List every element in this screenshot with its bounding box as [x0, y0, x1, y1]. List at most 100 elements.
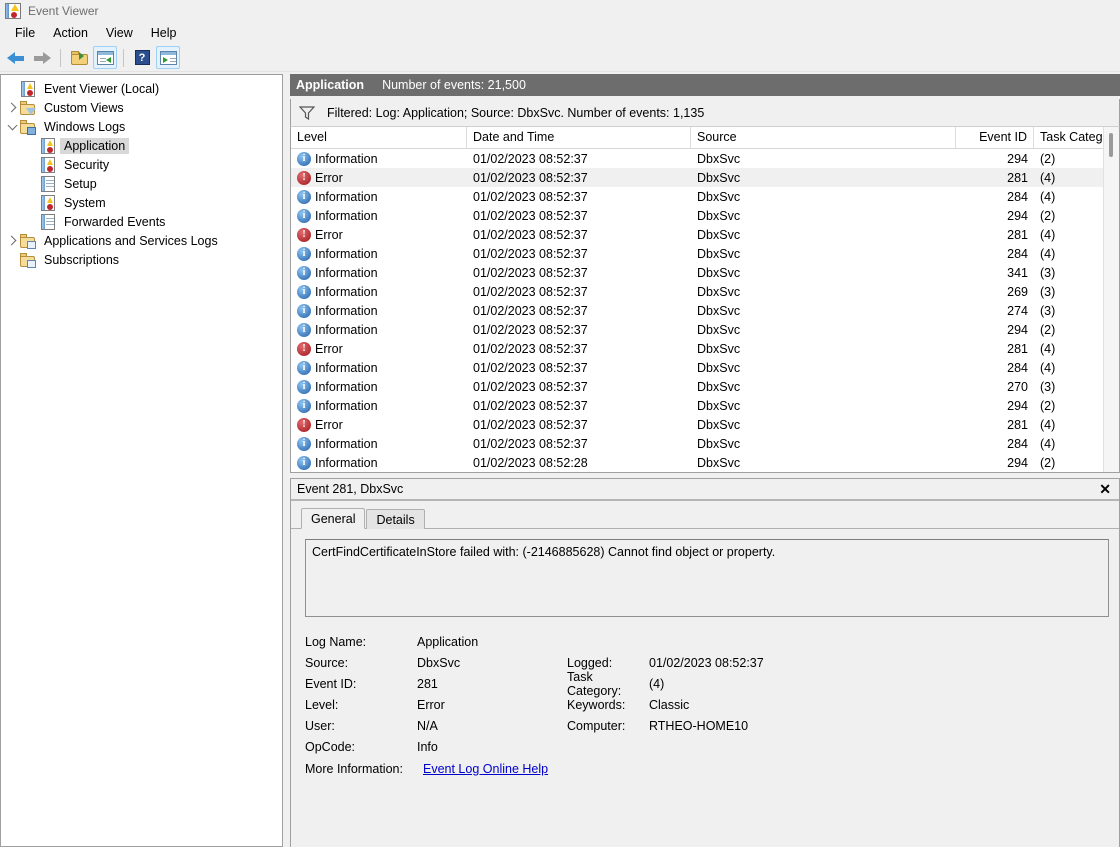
event-message-box[interactable]: CertFindCertificateInStore failed with: … — [305, 539, 1109, 617]
table-row[interactable]: i Information 01/02/2023 08:52:28 DbxSvc 294… — [291, 453, 1119, 472]
menu-item-view[interactable]: View — [97, 24, 142, 42]
cell-source: DbxSvc — [697, 151, 741, 166]
console-tree-sidebar[interactable]: Event Viewer (Local) Custom Views Windows … — [0, 74, 283, 847]
tree-root: Event Viewer (Local) Custom Views Windows … — [1, 75, 282, 269]
windows-logs-folder-icon — [20, 119, 36, 135]
table-row[interactable]: i Information 01/02/2023 08:52:37 DbxSvc 294… — [291, 320, 1119, 339]
up-one-level-button[interactable] — [67, 46, 91, 69]
table-row[interactable]: i Information 01/02/2023 08:52:37 DbxSvc 284… — [291, 358, 1119, 377]
close-icon[interactable]: ✕ — [1099, 482, 1111, 496]
sidebar-item-event-viewer-local[interactable]: Event Viewer (Local) — [1, 79, 282, 98]
detail-field-row: OpCode: Info — [305, 736, 1119, 757]
sidebar-item-windows-logs[interactable]: Windows Logs — [1, 117, 282, 136]
cell-source: DbxSvc — [697, 170, 741, 185]
sidebar-item-setup[interactable]: Setup — [1, 174, 282, 193]
cell-source: DbxSvc — [697, 436, 741, 451]
table-row[interactable]: ! Error 01/02/2023 08:52:37 DbxSvc 281 (4) — [291, 225, 1119, 244]
scrollbar-thumb[interactable] — [1109, 133, 1113, 157]
show-hide-console-tree-button[interactable] — [93, 46, 117, 69]
cell-source: DbxSvc — [697, 189, 741, 204]
table-row[interactable]: i Information 01/02/2023 08:52:37 DbxSvc 274… — [291, 301, 1119, 320]
sidebar-item-forwarded-events[interactable]: Forwarded Events — [1, 212, 282, 231]
tab-general[interactable]: General — [301, 508, 366, 529]
column-header-date-and-time[interactable]: Date and Time — [467, 127, 691, 148]
table-row[interactable]: ! Error 01/02/2023 08:52:37 DbxSvc 281 (4) — [291, 339, 1119, 358]
filter-description: Filtered: Log: Application; Source: DbxS… — [327, 105, 705, 120]
forward-button[interactable] — [30, 46, 54, 69]
cell-event-id: 274 — [1007, 303, 1028, 318]
table-row[interactable]: !Error01/02/2023 08:52:28DbxSvc281(4) — [291, 472, 1119, 473]
cell-level: i Information — [291, 246, 467, 261]
cell-event-id: 269 — [1007, 284, 1028, 299]
cell-source: DbxSvc — [697, 398, 741, 413]
sidebar-item-security[interactable]: Security — [1, 155, 282, 174]
sidebar-item-application[interactable]: Application — [1, 136, 282, 155]
event-log-online-help-link[interactable]: Event Log Online Help — [423, 762, 548, 776]
cell-source: DbxSvc — [697, 208, 741, 223]
events-list-scrollbar[interactable] — [1103, 127, 1119, 472]
detail-title: Event 281, DbxSvc — [297, 482, 404, 496]
cell-level: i Information — [291, 436, 467, 451]
events-list[interactable]: Level Date and Time Source Event ID Task Cat… — [290, 127, 1120, 473]
sidebar-item-applications-and-services-logs[interactable]: Applications and Services Logs — [1, 231, 282, 250]
window-title: Event Viewer — [28, 4, 99, 18]
table-row[interactable]: i Information 01/02/2023 08:52:37 DbxSvc 341… — [291, 263, 1119, 282]
sidebar-item-subscriptions[interactable]: Subscriptions — [1, 250, 282, 269]
table-row[interactable]: ! Error 01/02/2023 08:52:37 DbxSvc 281 (4) — [291, 415, 1119, 434]
column-header-source[interactable]: Source — [691, 127, 956, 148]
chevron-right-icon[interactable] — [5, 98, 20, 117]
cell-event-id: 294 — [1007, 455, 1028, 470]
table-row[interactable]: i Information 01/02/2023 08:52:37 DbxSvc 284… — [291, 434, 1119, 453]
table-row[interactable]: i Information 01/02/2023 08:52:37 DbxSvc 294… — [291, 149, 1119, 168]
back-button[interactable] — [4, 46, 28, 69]
cell-level-text: Information — [315, 151, 378, 166]
error-icon: ! — [297, 417, 311, 432]
title-bar: Event Viewer — [0, 0, 1120, 22]
table-row[interactable]: i Information 01/02/2023 08:52:37 DbxSvc 284… — [291, 244, 1119, 263]
error-icon: ! — [297, 170, 311, 185]
cell-event-id: 294 — [1007, 151, 1028, 166]
cell-level-text: Information — [315, 455, 378, 470]
error-icon: ! — [297, 227, 311, 242]
cell-date-time: 01/02/2023 08:52:37 — [473, 227, 588, 242]
detail-field-label-right: Task Category: — [567, 669, 622, 698]
information-icon: i — [297, 246, 311, 261]
funnel-filter-icon — [299, 105, 315, 120]
table-row[interactable]: i Information 01/02/2023 08:52:37 DbxSvc 294… — [291, 206, 1119, 225]
table-header-row[interactable]: Level Date and Time Source Event ID Task Cat… — [291, 127, 1119, 149]
table-row[interactable]: i Information 01/02/2023 08:52:37 DbxSvc 269… — [291, 282, 1119, 301]
cell-level-text: Information — [315, 208, 378, 223]
menu-item-file[interactable]: File — [6, 24, 44, 42]
table-row[interactable]: ! Error 01/02/2023 08:52:37 DbxSvc 281 (4) — [291, 168, 1119, 187]
cell-event-id: 294 — [1007, 398, 1028, 413]
chevron-down-icon[interactable] — [5, 117, 20, 136]
sidebar-item-custom-views[interactable]: Custom Views — [1, 98, 282, 117]
table-row[interactable]: i Information 01/02/2023 08:52:37 DbxSvc 294… — [291, 396, 1119, 415]
help-button[interactable]: ? — [130, 46, 154, 69]
information-icon: i — [297, 303, 311, 318]
column-header-level[interactable]: Level — [291, 127, 467, 148]
tab-details[interactable]: Details — [366, 509, 425, 529]
sidebar-item-label: Application — [60, 137, 130, 154]
information-icon: i — [297, 322, 311, 337]
table-row[interactable]: i Information 01/02/2023 08:52:37 DbxSvc 284… — [291, 187, 1119, 206]
filter-bar[interactable]: Filtered: Log: Application; Source: DbxS… — [290, 99, 1120, 127]
show-hide-action-pane-button[interactable] — [156, 46, 180, 69]
column-header-event-id[interactable]: Event ID — [956, 127, 1034, 148]
cell-level-text: Information — [315, 303, 378, 318]
table-row[interactable]: i Information 01/02/2023 08:52:37 DbxSvc 270… — [291, 377, 1119, 396]
chevron-right-icon[interactable] — [5, 231, 20, 250]
menu-item-action[interactable]: Action — [44, 24, 97, 42]
cell-level: i Information — [291, 398, 467, 413]
menu-item-help[interactable]: Help — [142, 24, 186, 42]
table-body[interactable]: i Information 01/02/2023 08:52:37 DbxSvc 294… — [291, 149, 1119, 473]
cell-level-text: Error — [315, 341, 343, 356]
event-viewer-window: Event Viewer File Action View Help ? Eve… — [0, 0, 1120, 847]
sidebar-item-system[interactable]: System — [1, 193, 282, 212]
cell-event-id: 284 — [1007, 246, 1028, 261]
cell-event-id: 281 — [1007, 170, 1028, 185]
cell-source: DbxSvc — [697, 360, 741, 375]
log-warning-icon — [40, 137, 56, 154]
cell-date-time: 01/02/2023 08:52:37 — [473, 265, 588, 280]
